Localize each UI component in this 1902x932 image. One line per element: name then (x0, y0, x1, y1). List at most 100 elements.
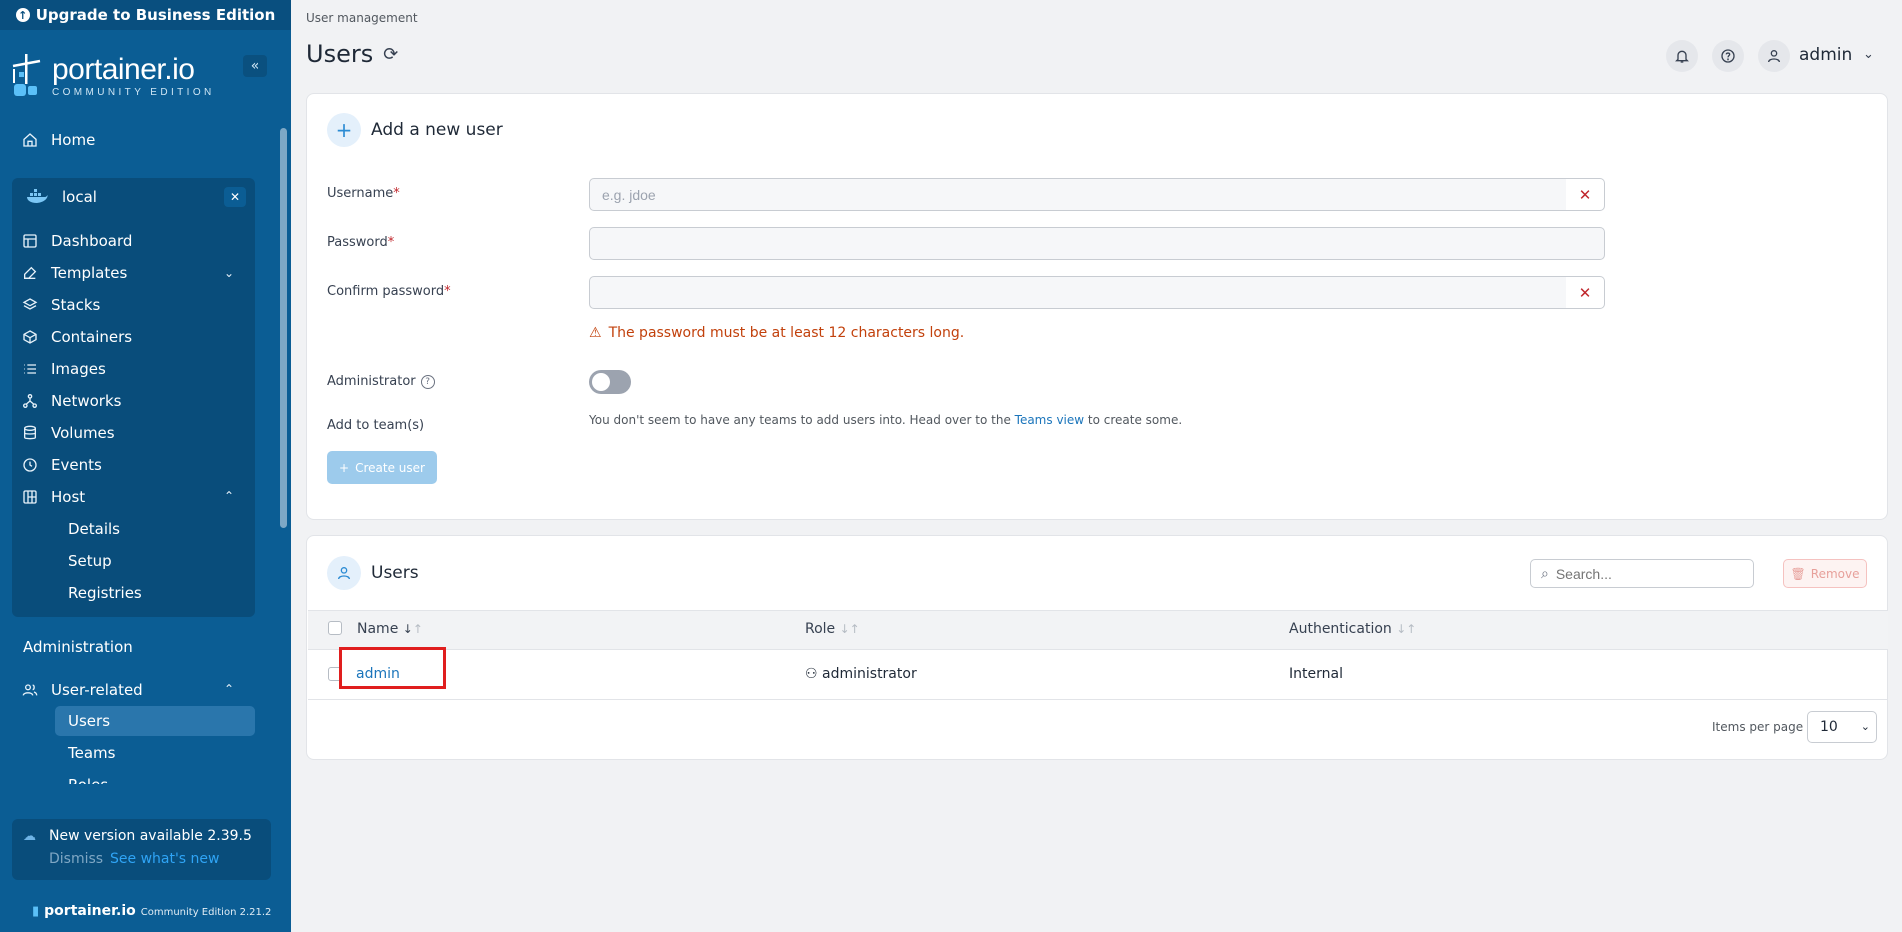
search-input[interactable] (1555, 565, 1736, 582)
update-title: New version available 2.39.5 (49, 828, 252, 844)
page-title-text: Users (306, 40, 374, 68)
layers-icon (22, 297, 38, 313)
chevron-up-icon[interactable]: ⌃ (224, 682, 234, 696)
clear-username-button[interactable]: ✕ (1566, 178, 1605, 211)
bell-icon (1675, 50, 1689, 63)
confirm-password-input[interactable] (589, 276, 1567, 309)
user-icon (1768, 50, 1780, 63)
administration-heading: Administration (23, 638, 133, 656)
grid-icon (22, 489, 38, 505)
clear-confirm-password-button[interactable]: ✕ (1566, 276, 1605, 309)
logo-name: portainer.io (52, 52, 195, 86)
sort-icon: ↓↑ (402, 622, 423, 636)
sidebar-item-templates[interactable]: Templates (22, 262, 127, 284)
collapse-sidebar-button[interactable]: « (243, 55, 267, 77)
page-title: Users ⟳ (306, 40, 398, 68)
sidebar-item-images[interactable]: Images (22, 358, 106, 380)
sidebar-item-networks[interactable]: Networks (22, 390, 121, 412)
user-menu-name[interactable]: admin (1799, 45, 1852, 65)
trash-icon: 🗑 (1790, 566, 1806, 581)
sidebar-item-label: User-related (51, 681, 143, 699)
portainer-logo[interactable]: portainer.io COMMUNITY EDITION (10, 52, 215, 100)
search-box[interactable]: ⌕ (1530, 559, 1754, 588)
sidebar-item-label: Home (51, 131, 96, 149)
selection-highlight-box (339, 647, 446, 689)
sidebar-item-label: Volumes (51, 424, 115, 442)
help-button[interactable] (1712, 40, 1744, 72)
table-row (308, 650, 1888, 700)
sidebar-item-label: Networks (51, 392, 122, 410)
notifications-button[interactable] (1666, 40, 1698, 72)
sidebar-item-details[interactable]: Details (68, 520, 120, 538)
teams-note: You don't seem to have any teams to add … (589, 413, 1183, 427)
user-menu-avatar[interactable] (1758, 40, 1790, 72)
password-input[interactable] (589, 227, 1605, 260)
plus-icon: + (339, 460, 350, 475)
sidebar-item-users[interactable]: Users (68, 712, 110, 730)
sidebar: ↑ Upgrade to Business Edition portainer.… (0, 0, 291, 932)
sidebar-item-registries[interactable]: Registries (68, 584, 142, 602)
sidebar-item-setup[interactable]: Setup (68, 552, 112, 570)
column-header-name[interactable]: Name ↓↑ (357, 621, 423, 637)
plus-icon: + (327, 113, 361, 147)
confirm-password-label: Confirm password* (327, 284, 451, 299)
chevron-down-icon[interactable]: ⌄ (1863, 47, 1874, 62)
chevron-up-icon[interactable]: ⌃ (224, 489, 234, 503)
create-user-button[interactable]: + Create user (327, 451, 437, 484)
sidebar-item-host[interactable]: Host (22, 486, 85, 508)
refresh-icon[interactable]: ⟳ (383, 44, 398, 65)
sidebar-item-dashboard[interactable]: Dashboard (22, 230, 132, 252)
logo-subtitle: COMMUNITY EDITION (52, 86, 215, 98)
environment-header[interactable]: local (12, 178, 255, 216)
home-icon (22, 132, 38, 148)
footer-name: portainer.io (44, 903, 136, 919)
sidebar-scrollbar[interactable] (280, 128, 287, 528)
username-label: Username* (327, 186, 400, 201)
dismiss-link[interactable]: Dismiss (49, 851, 103, 867)
breadcrumb[interactable]: User management (306, 11, 418, 25)
environment-name: local (62, 188, 97, 206)
sidebar-item-containers[interactable]: Containers (22, 326, 132, 348)
items-per-page-label: Items per page (1712, 720, 1804, 734)
sidebar-item-user-related[interactable]: User-related (22, 679, 143, 701)
column-header-authentication[interactable]: Authentication ↓↑ (1289, 621, 1416, 637)
items-per-page-select[interactable]: 10 ⌄ (1807, 711, 1877, 743)
teams-view-link[interactable]: Teams view (1015, 413, 1084, 427)
network-icon (22, 393, 38, 409)
help-circle-icon[interactable]: ? (420, 374, 435, 389)
sidebar-item-teams[interactable]: Teams (68, 744, 115, 762)
portainer-small-icon: ▮ (32, 904, 40, 919)
sidebar-item-volumes[interactable]: Volumes (22, 422, 115, 444)
sidebar-item-label: Stacks (51, 296, 101, 314)
arrow-up-icon: ↑ (15, 8, 30, 22)
sidebar-item-label: Dashboard (51, 232, 133, 250)
sidebar-item-label: Events (51, 456, 102, 474)
sidebar-item-events[interactable]: Events (22, 454, 102, 476)
remove-button[interactable]: 🗑 Remove (1783, 559, 1867, 588)
sidebar-item-home[interactable]: Home (22, 129, 95, 151)
footer-version: Community Edition 2.21.2 (140, 907, 272, 918)
sort-icon: ↓↑ (1396, 622, 1417, 636)
close-environment-button[interactable]: ✕ (224, 187, 246, 207)
administrator-toggle[interactable] (589, 370, 631, 394)
select-all-checkbox[interactable] (328, 621, 342, 635)
database-icon (22, 425, 38, 441)
help-icon (1721, 49, 1735, 63)
administrator-label: Administrator? (327, 374, 435, 389)
sidebar-item-stacks[interactable]: Stacks (22, 294, 100, 316)
box-icon (22, 329, 38, 345)
sidebar-item-label: Images (51, 360, 106, 378)
whats-new-link[interactable]: See what's new (110, 851, 219, 867)
chevron-down-icon: ⌄ (1860, 720, 1870, 733)
table-header-row (308, 610, 1888, 650)
add-user-header: + Add a new user (327, 113, 503, 147)
cloud-download-icon: ☁ (23, 829, 36, 844)
teams-label: Add to team(s) (327, 418, 425, 433)
edit-icon (22, 265, 38, 281)
username-input[interactable]: e.g. jdoe (589, 178, 1567, 211)
chevron-down-icon[interactable]: ⌄ (224, 266, 234, 280)
warning-icon: ⚠ (589, 325, 602, 341)
upgrade-banner[interactable]: ↑ Upgrade to Business Edition (0, 0, 291, 30)
column-header-role[interactable]: Role ↓↑ (805, 621, 860, 637)
sidebar-item-roles[interactable]: Roles (68, 776, 108, 784)
